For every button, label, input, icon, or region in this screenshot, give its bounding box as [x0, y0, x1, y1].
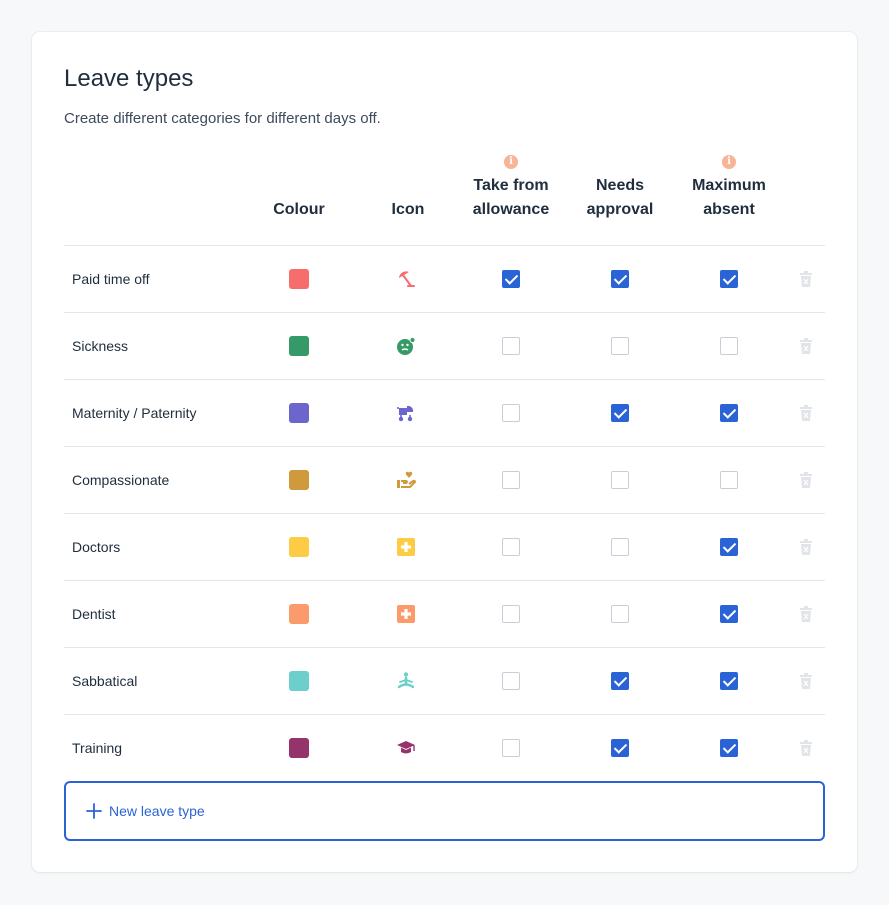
leave-type-name[interactable]: Sabbatical [72, 648, 137, 714]
header-needs-approval: Needs approval [560, 174, 680, 222]
maximum-absent-checkbox[interactable] [720, 605, 738, 623]
trash-icon[interactable] [800, 539, 812, 555]
maximum-absent-checkbox[interactable] [720, 471, 738, 489]
needs-approval-checkbox[interactable] [611, 471, 629, 489]
medical-cross-icon[interactable] [396, 604, 416, 624]
take-from-allowance-checkbox[interactable] [502, 337, 520, 355]
maximum-absent-checkbox[interactable] [720, 337, 738, 355]
take-from-allowance-checkbox[interactable] [502, 404, 520, 422]
new-leave-type-label: New leave type [109, 803, 205, 819]
needs-approval-checkbox[interactable] [611, 270, 629, 288]
meditation-icon[interactable] [396, 671, 416, 691]
table-row: Compassionate [64, 446, 825, 514]
medical-cross-icon[interactable] [396, 537, 416, 557]
colour-swatch[interactable] [289, 537, 309, 557]
leave-type-name[interactable]: Maternity / Paternity [72, 380, 197, 446]
leave-type-name[interactable]: Sickness [72, 313, 128, 379]
header-line: Take from [473, 177, 549, 194]
trash-icon[interactable] [800, 405, 812, 421]
needs-approval-checkbox[interactable] [611, 672, 629, 690]
header-line: allowance [472, 201, 550, 218]
trash-icon[interactable] [800, 338, 812, 354]
baby-stroller-icon[interactable] [396, 403, 416, 423]
take-from-allowance-checkbox[interactable] [502, 739, 520, 757]
beach-umbrella-icon[interactable] [396, 269, 416, 289]
new-leave-type-button[interactable]: New leave type [64, 781, 825, 841]
maximum-absent-checkbox[interactable] [720, 739, 738, 757]
table-row: Sabbatical [64, 647, 825, 715]
take-from-allowance-checkbox[interactable] [502, 672, 520, 690]
trash-icon[interactable] [800, 472, 812, 488]
sick-face-icon[interactable] [396, 336, 416, 356]
needs-approval-checkbox[interactable] [611, 337, 629, 355]
page-title: Leave types [64, 65, 194, 92]
leave-type-name[interactable]: Dentist [72, 581, 116, 647]
needs-approval-checkbox[interactable] [611, 739, 629, 757]
trash-icon[interactable] [800, 740, 812, 756]
table-row: Dentist [64, 580, 825, 648]
header-line: approval [586, 201, 654, 218]
table-row: Paid time off [64, 245, 825, 313]
trash-icon[interactable] [800, 673, 812, 689]
header-line: Maximum [692, 177, 766, 194]
colour-swatch[interactable] [289, 336, 309, 356]
info-icon[interactable]: i [504, 155, 518, 169]
leave-type-name[interactable]: Training [72, 715, 122, 781]
table-row: Doctors [64, 513, 825, 581]
plus-icon [86, 803, 102, 819]
leave-type-name[interactable]: Compassionate [72, 447, 169, 513]
maximum-absent-checkbox[interactable] [720, 404, 738, 422]
trash-icon[interactable] [800, 606, 812, 622]
info-icon[interactable]: i [722, 155, 736, 169]
hand-heart-icon[interactable] [396, 470, 416, 490]
table-row: Sickness [64, 312, 825, 380]
header-icon: Icon [391, 201, 425, 218]
colour-swatch[interactable] [289, 403, 309, 423]
colour-swatch[interactable] [289, 470, 309, 490]
leave-type-name[interactable]: Paid time off [72, 246, 150, 312]
header-line: Needs [595, 177, 645, 194]
needs-approval-checkbox[interactable] [611, 605, 629, 623]
leave-type-name[interactable]: Doctors [72, 514, 120, 580]
take-from-allowance-checkbox[interactable] [502, 538, 520, 556]
header-line: absent [703, 201, 755, 218]
page-subtitle: Create different categories for differen… [64, 110, 381, 127]
leave-types-card: Leave types Create different categories … [32, 32, 857, 872]
header-take-from-allowance: Take from allowance [451, 174, 571, 222]
maximum-absent-checkbox[interactable] [720, 672, 738, 690]
header-colour: Colour [273, 201, 325, 218]
needs-approval-checkbox[interactable] [611, 404, 629, 422]
colour-swatch[interactable] [289, 738, 309, 758]
maximum-absent-checkbox[interactable] [720, 270, 738, 288]
table-row: Training [64, 714, 825, 782]
colour-swatch[interactable] [289, 671, 309, 691]
maximum-absent-checkbox[interactable] [720, 538, 738, 556]
table-row: Maternity / Paternity [64, 379, 825, 447]
trash-icon[interactable] [800, 271, 812, 287]
needs-approval-checkbox[interactable] [611, 538, 629, 556]
graduation-cap-icon[interactable] [396, 738, 416, 758]
take-from-allowance-checkbox[interactable] [502, 270, 520, 288]
colour-swatch[interactable] [289, 269, 309, 289]
colour-swatch[interactable] [289, 604, 309, 624]
take-from-allowance-checkbox[interactable] [502, 605, 520, 623]
header-maximum-absent: Maximum absent [669, 174, 789, 222]
take-from-allowance-checkbox[interactable] [502, 471, 520, 489]
